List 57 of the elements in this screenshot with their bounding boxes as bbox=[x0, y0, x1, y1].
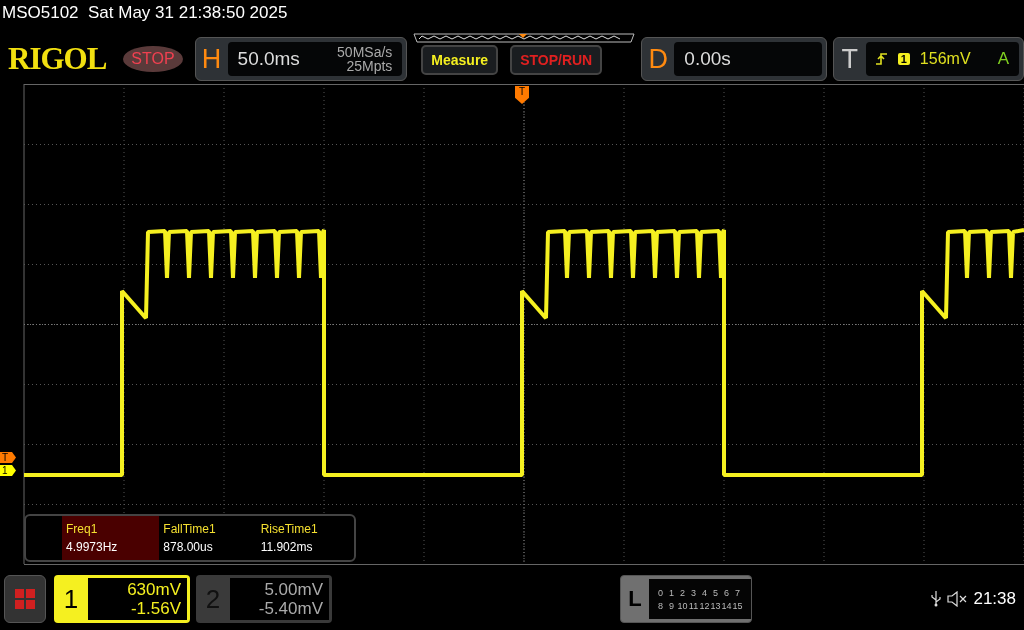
grid-icon bbox=[14, 588, 36, 610]
measurement-item[interactable]: FallTime1 878.00us bbox=[159, 516, 257, 560]
logic-bit: 2 bbox=[679, 587, 686, 598]
delay-value: 0.00s bbox=[684, 48, 731, 70]
measurement-item[interactable]: RiseTime1 11.902ms bbox=[256, 516, 354, 560]
logic-bit: 1 bbox=[668, 587, 675, 598]
channel-offset: -1.56V bbox=[130, 599, 181, 618]
delay-panel[interactable]: D 0.00s bbox=[641, 37, 827, 81]
logic-bit: 4 bbox=[701, 587, 708, 598]
logic-bit: 8 bbox=[657, 600, 664, 611]
logic-bit: 9 bbox=[668, 600, 675, 611]
usb-icon bbox=[931, 591, 942, 607]
logic-bit: 10 bbox=[677, 600, 688, 611]
measurement-value: 878.00us bbox=[163, 540, 214, 554]
muted-speaker-icon bbox=[947, 591, 968, 607]
measurement-value: 11.902ms bbox=[260, 540, 314, 554]
logic-bit: 3 bbox=[690, 587, 697, 598]
stop-run-button[interactable]: STOP/RUN bbox=[510, 45, 603, 75]
clock: 21:38 bbox=[973, 589, 1016, 609]
logic-bit: 14 bbox=[721, 600, 732, 611]
logic-bit: 0 bbox=[657, 587, 664, 598]
logic-bit: 5 bbox=[712, 587, 719, 598]
measure-button[interactable]: Measure bbox=[421, 45, 499, 75]
trigger-mode: A bbox=[997, 49, 1009, 69]
logic-bit: 6 bbox=[723, 587, 730, 598]
logic-bit: 13 bbox=[710, 600, 721, 611]
memory-depth: 25Mpts bbox=[346, 59, 393, 73]
horizontal-panel[interactable]: H 50.0ms 50MSa/s 25Mpts bbox=[194, 37, 408, 81]
logic-label: L bbox=[627, 586, 643, 612]
sample-rate: 50MSa/s bbox=[337, 45, 393, 59]
timebase: 50.0ms bbox=[237, 48, 300, 70]
channel-scale: 5.00mV bbox=[264, 580, 323, 599]
logic-bit: 15 bbox=[732, 600, 743, 611]
channel-panel[interactable]: 1 630mV -1.56V bbox=[54, 575, 190, 623]
channel-number: 1 bbox=[62, 583, 80, 615]
trigger-level-marker[interactable]: T bbox=[0, 452, 16, 463]
measurement-name: FallTime1 bbox=[163, 522, 217, 536]
model-datetime: MSO5102 Sat May 31 21:38:50 2025 bbox=[2, 3, 288, 23]
menu-button[interactable] bbox=[4, 575, 46, 623]
measurement-name: RiseTime1 bbox=[260, 522, 319, 536]
run-state: STOP bbox=[123, 46, 183, 72]
measurement-item[interactable]: Freq1 4.9973Hz bbox=[62, 516, 160, 560]
logo: RIGOL bbox=[8, 41, 108, 77]
rising-edge-icon bbox=[875, 52, 888, 66]
trigger-panel[interactable]: T 1 156mV A bbox=[832, 37, 1024, 81]
logic-bit: 12 bbox=[699, 600, 710, 611]
logic-bit: 11 bbox=[688, 600, 699, 611]
measurement-value: 4.9973Hz bbox=[66, 540, 119, 554]
measurement-name: Freq1 bbox=[66, 522, 99, 536]
channel-offset: -5.40mV bbox=[258, 599, 323, 618]
source-badge: 1 bbox=[897, 53, 910, 65]
logic-bit: 7 bbox=[734, 587, 741, 598]
logic-panel[interactable]: L 0 1 2 3 4 5 6 7 8 9 10 11 12 13 14 15 bbox=[620, 575, 752, 623]
channel-scale: 630mV bbox=[127, 580, 181, 599]
trigger-position-marker: T bbox=[515, 86, 529, 104]
trigger-level: 156mV bbox=[919, 50, 971, 68]
channel-marker[interactable]: 1 bbox=[0, 465, 16, 476]
